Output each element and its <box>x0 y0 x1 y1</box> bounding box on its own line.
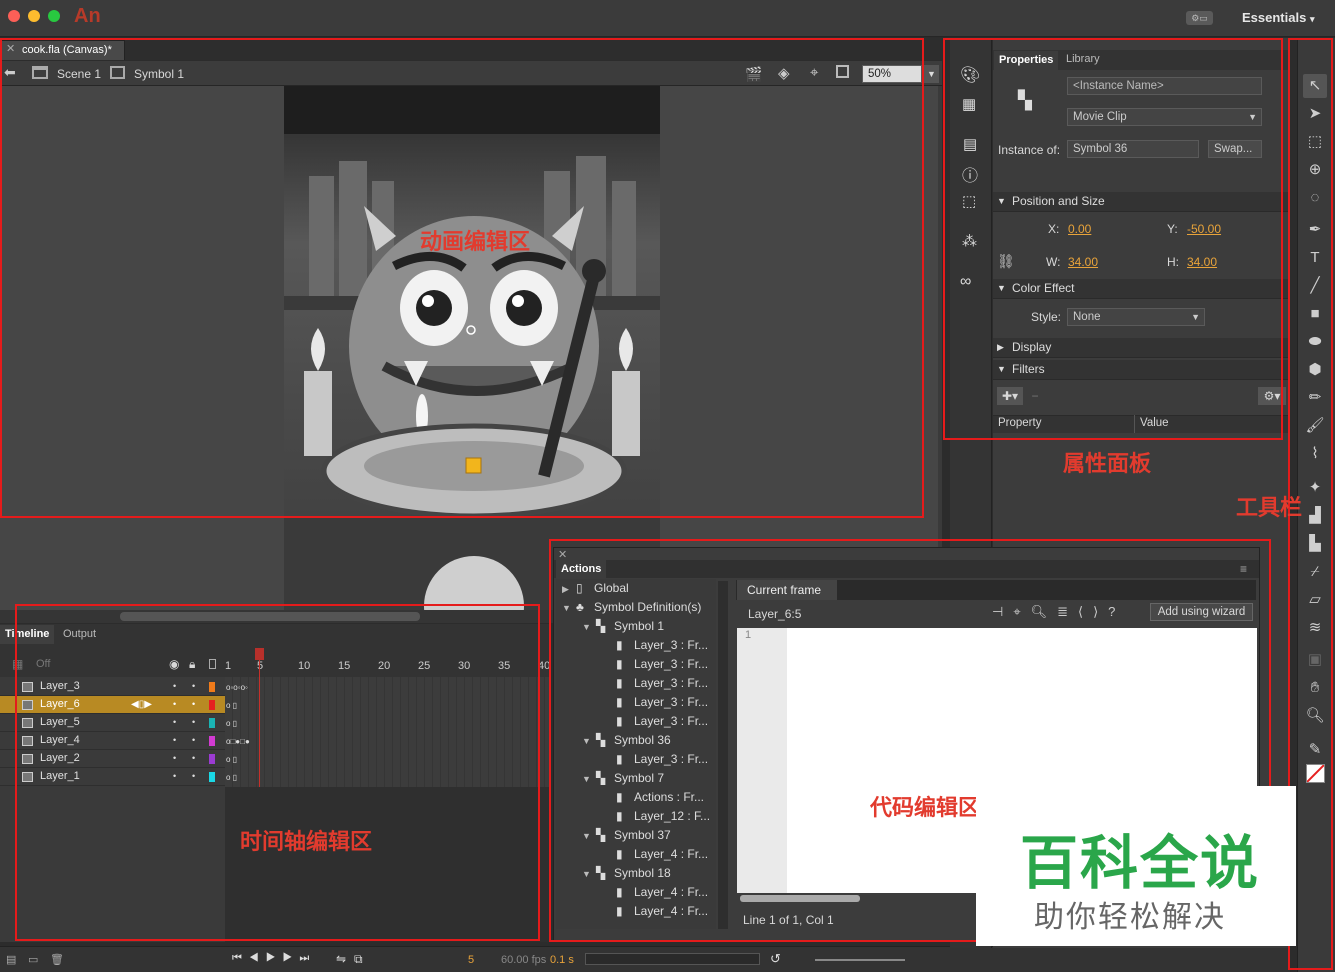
onion-skin-outline-icon[interactable]: ⧉ <box>354 952 363 967</box>
annotation-box-timeline <box>15 604 540 941</box>
sync-settings-button[interactable]: ⚙▭ <box>1186 11 1213 25</box>
zoom-window-button[interactable] <box>48 10 60 22</box>
new-folder-icon[interactable]: ▭ <box>28 953 38 966</box>
elapsed-time[interactable]: 0.1 s <box>550 954 574 966</box>
annotation-box-properties <box>943 38 1283 440</box>
loop-icon[interactable]: ⇋ <box>336 952 346 966</box>
annotation-label-code: 代码编辑区 <box>870 795 976 820</box>
app-logo: An <box>74 5 101 27</box>
canvas-vscroll[interactable] <box>938 86 942 610</box>
chevron-down-icon: ▾ <box>1309 14 1315 24</box>
annotation-label-properties: 属性面板 <box>1063 451 1152 476</box>
fps[interactable]: 60.00 fps <box>501 954 546 966</box>
reset-zoom-icon[interactable]: ↺ <box>770 951 781 967</box>
close-window-button[interactable] <box>8 10 20 22</box>
playback-controls[interactable]: ⏮◀▶▶⏭ <box>232 952 316 965</box>
timeline-zoom-slider[interactable] <box>815 959 905 961</box>
annotation-label-animation: 动画编辑区 <box>420 229 531 254</box>
annotation-label-code-clip: 代码编辑区 <box>870 790 976 820</box>
minimize-window-button[interactable] <box>28 10 40 22</box>
timeline-hscroll[interactable] <box>585 953 760 965</box>
annotation-box-animation <box>0 38 924 518</box>
workspace-switcher[interactable]: Essentials ▾ <box>1242 10 1314 25</box>
annotation-label-timeline: 时间轴编辑区 <box>240 829 373 854</box>
new-layer-icon[interactable]: ▤ <box>6 953 16 966</box>
watermark-subtitle: 助你轻松解决 <box>1034 901 1226 934</box>
title-bar <box>0 0 1335 37</box>
watermark-title: 百科全说 <box>1020 831 1261 896</box>
current-frame[interactable]: 5 <box>468 954 474 966</box>
annotation-label-toolbar: 工具栏 <box>1236 495 1303 520</box>
workspace-label: Essentials <box>1242 10 1307 25</box>
zoom-dropdown-icon[interactable]: ▼ <box>924 65 939 83</box>
delete-layer-icon[interactable]: 🗑︎ <box>50 953 64 966</box>
